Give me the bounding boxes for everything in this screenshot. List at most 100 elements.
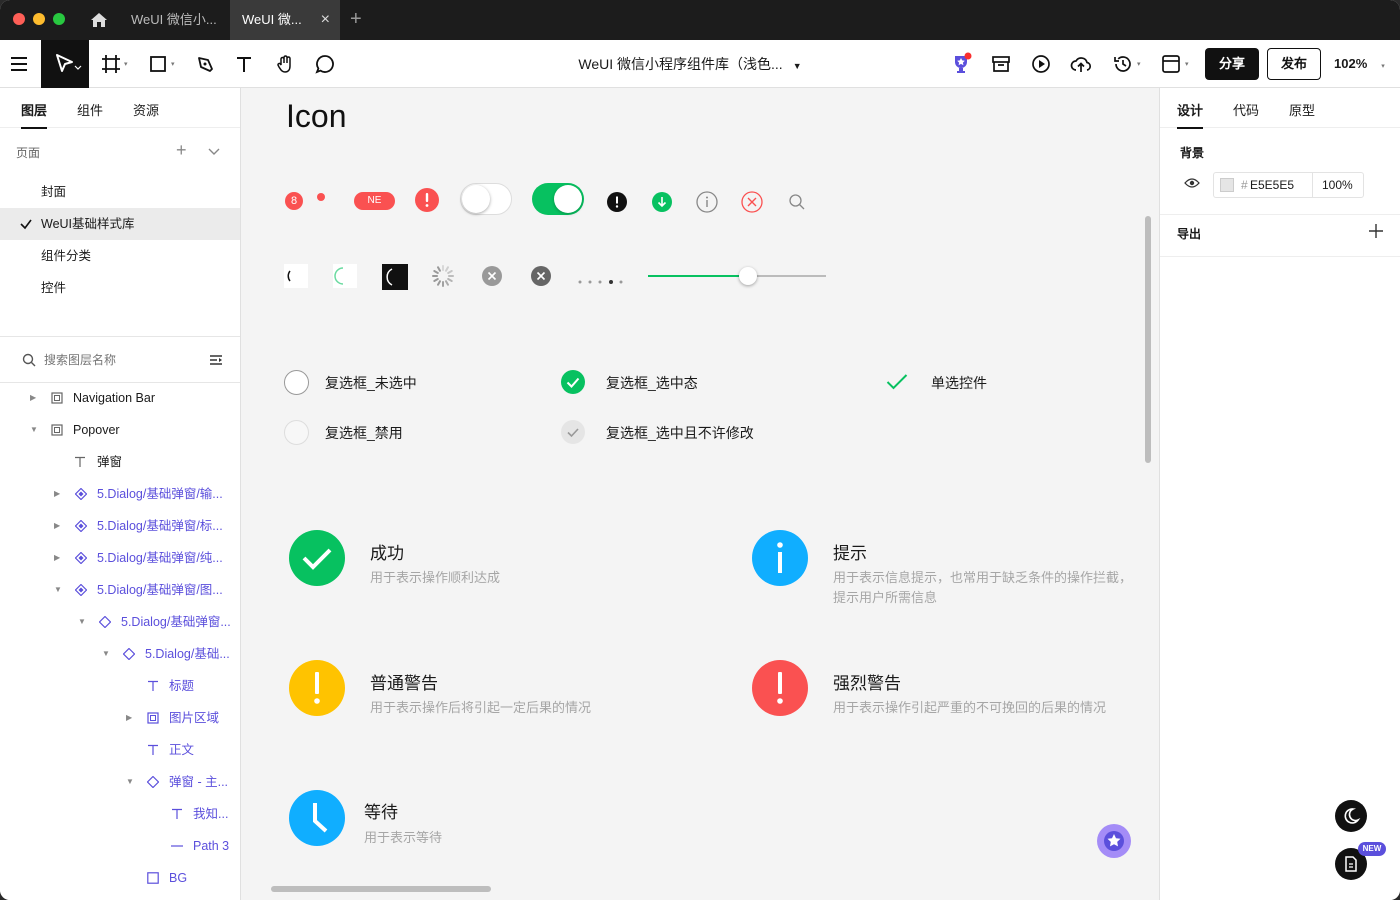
close-tab-icon[interactable]: ×: [321, 0, 330, 40]
tab-document-2[interactable]: WeUI 微... ×: [230, 0, 340, 40]
layer-row[interactable]: Path 3: [0, 830, 240, 862]
layer-row[interactable]: ▶ 5.Dialog/基础弹窗/输...: [0, 478, 240, 510]
pen-tool-icon[interactable]: [193, 52, 217, 76]
horizontal-scrollbar[interactable]: [271, 886, 491, 892]
layer-row[interactable]: ▼ 弹窗 - 主...: [0, 766, 240, 798]
checkbox-checked-icon[interactable]: [561, 370, 585, 394]
new-tab-button[interactable]: +: [350, 8, 362, 31]
expand-arrow-icon[interactable]: ▶: [54, 542, 60, 574]
publish-button[interactable]: 发布: [1267, 48, 1321, 80]
switch-on[interactable]: [532, 183, 584, 215]
layer-row[interactable]: ▶ Navigation Bar: [0, 382, 240, 414]
layer-row[interactable]: ▼ 5.Dialog/基础...: [0, 638, 240, 670]
warning-icon: [289, 660, 345, 716]
history-chevron-icon[interactable]: ▾: [1137, 60, 1141, 68]
layer-label: BG: [169, 871, 188, 885]
layout-chevron-icon[interactable]: ▾: [1185, 60, 1189, 68]
share-button[interactable]: 分享: [1205, 48, 1259, 80]
text-tool-icon[interactable]: [232, 52, 256, 76]
layer-row[interactable]: ▶ 5.Dialog/基础弹窗/标...: [0, 510, 240, 542]
slider[interactable]: [648, 264, 826, 288]
hash-symbol: #: [1241, 178, 1248, 192]
rectangle-tool-icon[interactable]: [146, 52, 170, 76]
layer-row[interactable]: ▼ 5.Dialog/基础弹窗...: [0, 606, 240, 638]
background-color-field[interactable]: # E5E5E5 100%: [1213, 172, 1364, 198]
expand-arrow-icon[interactable]: ▶: [126, 702, 132, 734]
layer-row[interactable]: 标题: [0, 670, 240, 702]
history-icon[interactable]: [1111, 52, 1135, 76]
waiting-title: 等待: [364, 803, 398, 822]
slider-track-fill: [648, 275, 748, 277]
collapse-arrow-icon[interactable]: ▼: [78, 606, 86, 638]
collapse-arrow-icon[interactable]: ▼: [126, 766, 134, 798]
frame-icon: [50, 423, 64, 437]
radio-check-icon[interactable]: [886, 373, 908, 391]
document-title-dropdown[interactable]: WeUI 微信小程序组件库（浅色... ▼: [560, 40, 820, 88]
add-export-icon[interactable]: [1369, 224, 1383, 241]
filter-icon[interactable]: [209, 353, 223, 370]
page-item-cover[interactable]: 封面: [0, 176, 240, 208]
tab-document-1[interactable]: WeUI 微信小...: [119, 0, 229, 40]
expand-arrow-icon[interactable]: ▶: [54, 510, 60, 542]
frame-tool-icon[interactable]: [99, 52, 123, 76]
maximize-window-button[interactable]: [53, 13, 65, 25]
tab-prototype[interactable]: 原型: [1289, 100, 1315, 119]
close-window-button[interactable]: [13, 13, 25, 25]
layer-label: 正文: [169, 743, 195, 757]
layer-row[interactable]: ▼ 5.Dialog/基础弹窗/图...: [0, 574, 240, 606]
layer-row[interactable]: 弹窗: [0, 446, 240, 478]
play-icon[interactable]: [1029, 52, 1053, 76]
minimize-window-button[interactable]: [33, 13, 45, 25]
checkbox-unchecked[interactable]: [284, 370, 309, 395]
new-badge: NE: [354, 192, 395, 210]
slider-thumb[interactable]: [738, 267, 757, 285]
tab-components[interactable]: 组件: [77, 100, 103, 119]
layer-search-input[interactable]: [44, 350, 194, 370]
layer-row[interactable]: BG: [0, 862, 240, 894]
archive-icon[interactable]: [989, 52, 1013, 76]
success-title: 成功: [370, 544, 404, 563]
layer-row[interactable]: 正文: [0, 734, 240, 766]
collapse-arrow-icon[interactable]: ▼: [102, 638, 110, 670]
comment-tool-icon[interactable]: [313, 52, 337, 76]
expand-arrow-icon[interactable]: ▶: [54, 478, 60, 510]
ai-assistant-icon[interactable]: [1097, 824, 1131, 858]
layout-icon[interactable]: [1159, 52, 1183, 76]
page-item-controls[interactable]: 控件: [0, 272, 240, 304]
layer-label: Navigation Bar: [73, 391, 155, 405]
page-item-component-categories[interactable]: 组件分类: [0, 240, 240, 272]
search-icon: [788, 193, 806, 211]
layer-row[interactable]: 我知...: [0, 798, 240, 830]
tab-design[interactable]: 设计: [1177, 100, 1204, 129]
layer-row[interactable]: ▶ 5.Dialog/基础弹窗/纯...: [0, 542, 240, 574]
layer-row[interactable]: ▶ 图片区域: [0, 702, 240, 734]
tab-layers[interactable]: 图层: [21, 100, 48, 129]
move-tool-button[interactable]: [41, 40, 89, 88]
color-swatch[interactable]: [1220, 178, 1234, 192]
tab-code[interactable]: 代码: [1233, 100, 1259, 119]
hand-tool-icon[interactable]: [273, 52, 297, 76]
new-badge: NEW: [1358, 842, 1386, 856]
trophy-icon[interactable]: [949, 52, 973, 76]
expand-arrow-icon[interactable]: ▶: [30, 382, 36, 414]
switch-off[interactable]: [460, 183, 512, 215]
canvas[interactable]: Icon 8 NE 复选框_未选中 复选框_选中态 单选控件 复选框_禁用 复选…: [241, 88, 1159, 900]
vertical-scrollbar[interactable]: [1145, 216, 1151, 463]
dark-mode-toggle-icon[interactable]: [1335, 800, 1367, 832]
page-item-weui-basic-styles[interactable]: WeUI基础样式库: [0, 208, 240, 240]
menu-icon[interactable]: [8, 52, 32, 76]
cloud-upload-icon[interactable]: [1069, 52, 1093, 76]
collapse-arrow-icon[interactable]: ▼: [30, 414, 38, 446]
component-icon: [74, 519, 88, 533]
shape-dropdown-chevron-icon[interactable]: ▾: [171, 60, 175, 68]
tool-dropdown-chevron-icon[interactable]: ▾: [124, 60, 128, 68]
checkbox-checked-readonly-label: 复选框_选中且不许修改: [606, 425, 754, 441]
eye-icon[interactable]: [1184, 177, 1200, 192]
collapse-arrow-icon[interactable]: ▼: [54, 574, 62, 606]
tab-assets[interactable]: 资源: [133, 100, 159, 119]
zoom-level-dropdown[interactable]: 102% ▾: [1334, 56, 1385, 71]
collapse-pages-icon[interactable]: [208, 144, 220, 159]
add-page-icon[interactable]: +: [176, 140, 187, 161]
layer-row[interactable]: ▼ Popover: [0, 414, 240, 446]
home-icon[interactable]: [89, 10, 109, 30]
